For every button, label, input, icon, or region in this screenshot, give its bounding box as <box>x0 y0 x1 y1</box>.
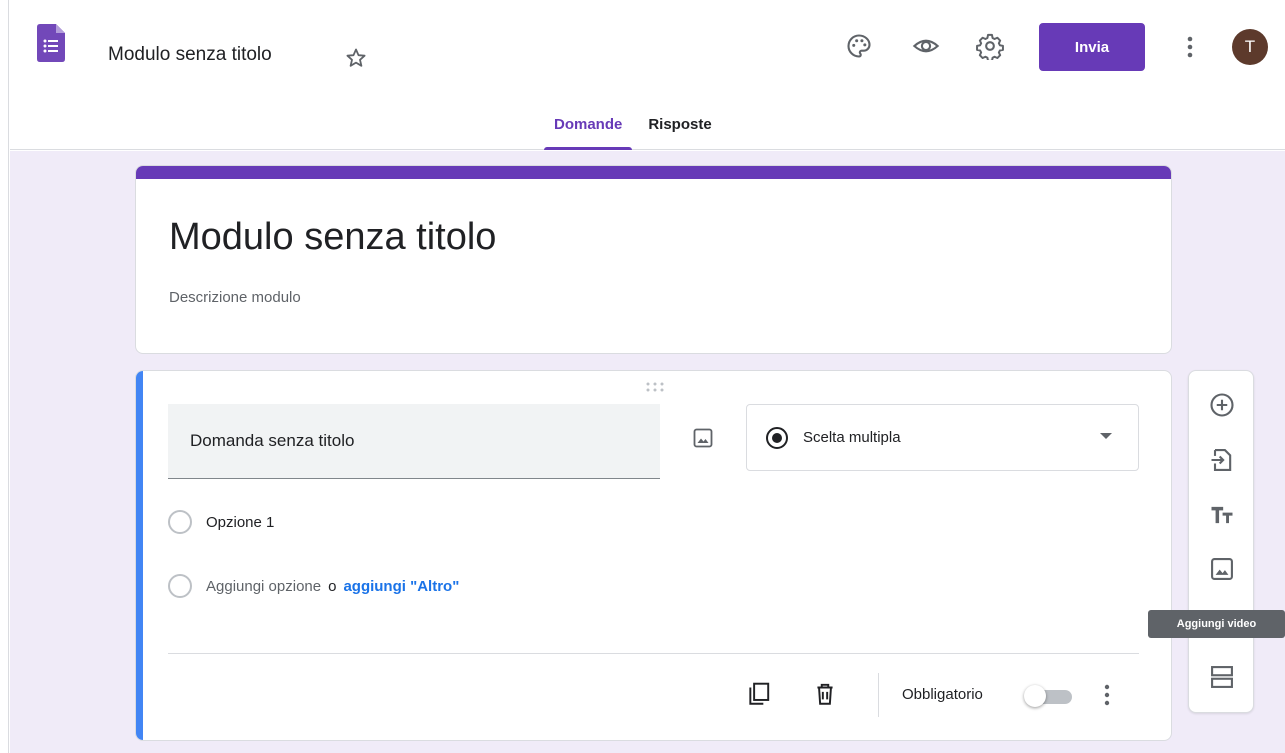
document-title[interactable]: Modulo senza titolo <box>108 44 272 66</box>
import-questions-icon[interactable] <box>1208 446 1236 474</box>
drag-handle-icon[interactable] <box>643 381 667 395</box>
question-card[interactable]: Domanda senza titolo Scelta multipla Opz… <box>135 370 1172 741</box>
forms-logo-icon[interactable] <box>37 24 65 62</box>
tab-bar: Domande Risposte <box>542 107 724 150</box>
form-description-field[interactable]: Descrizione modulo <box>169 289 301 306</box>
side-toolbar <box>1188 370 1254 713</box>
app-header: Modulo senza titolo Invia T Domande Risp… <box>10 0 1285 150</box>
footer-divider <box>168 653 1139 654</box>
settings-gear-icon[interactable] <box>976 32 1004 60</box>
or-text: o <box>328 577 337 595</box>
preview-eye-icon[interactable] <box>912 32 940 60</box>
title-card-accent-bar <box>136 166 1171 179</box>
palette-icon[interactable] <box>845 32 873 60</box>
form-title-card[interactable]: Modulo senza titolo Descrizione modulo <box>135 165 1172 354</box>
question-type-dropdown[interactable]: Scelta multipla <box>746 404 1139 471</box>
question-type-label: Scelta multipla <box>803 429 901 446</box>
send-button[interactable]: Invia <box>1039 23 1145 71</box>
toolbar-tooltip: Aggiungi video <box>1148 610 1285 638</box>
tab-responses[interactable]: Risposte <box>640 107 723 150</box>
add-question-icon[interactable] <box>1208 391 1236 419</box>
add-other-link[interactable]: aggiungi "Altro" <box>343 578 459 595</box>
footer-separator <box>878 673 879 717</box>
question-more-options-icon[interactable] <box>1099 682 1115 708</box>
required-label: Obbligatorio <box>902 686 983 703</box>
radio-unchecked-icon <box>168 574 192 598</box>
radio-unchecked-icon <box>168 510 192 534</box>
question-title-input[interactable]: Domanda senza titolo <box>168 404 660 479</box>
add-image-icon[interactable] <box>1208 555 1236 583</box>
add-title-icon[interactable] <box>1208 501 1236 529</box>
tab-questions[interactable]: Domande <box>542 107 634 150</box>
add-option-row: Aggiungi opzione o aggiungi "Altro" <box>168 574 459 598</box>
form-title[interactable]: Modulo senza titolo <box>169 216 496 259</box>
avatar[interactable]: T <box>1232 29 1268 65</box>
required-toggle[interactable] <box>1024 684 1074 708</box>
option-label[interactable]: Opzione 1 <box>206 514 274 531</box>
option-row[interactable]: Opzione 1 <box>168 510 274 534</box>
more-vertical-icon[interactable] <box>1180 34 1200 60</box>
chevron-down-icon <box>1100 433 1112 439</box>
delete-trash-icon[interactable] <box>812 681 838 707</box>
toggle-thumb <box>1024 685 1046 707</box>
add-question-image-icon[interactable] <box>691 426 715 450</box>
duplicate-icon[interactable] <box>746 681 772 707</box>
radio-checked-icon <box>765 426 789 450</box>
active-card-indicator <box>136 371 143 740</box>
add-option-field[interactable]: Aggiungi opzione <box>206 578 321 595</box>
star-icon[interactable] <box>344 46 368 70</box>
form-canvas: Modulo senza titolo Descrizione modulo D… <box>10 151 1285 753</box>
window-frame <box>0 0 9 753</box>
add-section-icon[interactable] <box>1208 663 1236 691</box>
